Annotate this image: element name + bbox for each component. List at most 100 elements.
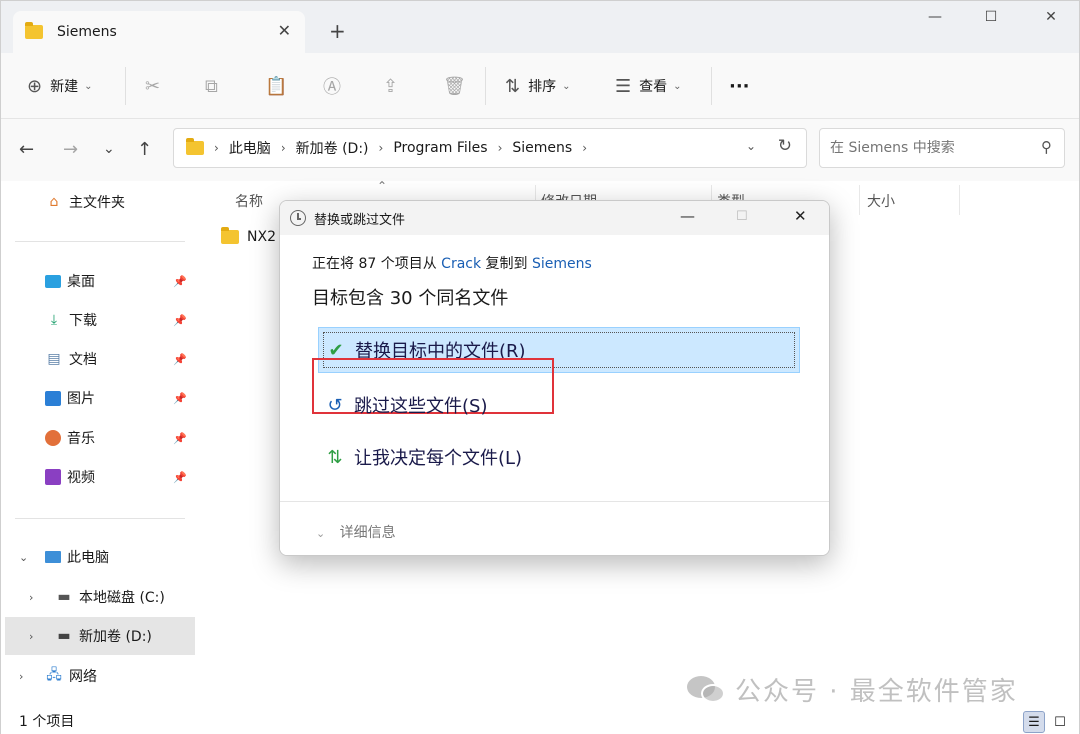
tab-close-icon[interactable]: ✕ (278, 21, 291, 40)
sidebar-item-drive-d[interactable]: › ▬ 新加卷 (D:) (5, 617, 195, 655)
chevron-down-icon[interactable]: ⌄ (19, 551, 28, 564)
sidebar-item-videos[interactable]: 视频 📌 (1, 458, 195, 496)
dialog-title: 替换或跳过文件 (314, 213, 406, 228)
column-divider (959, 185, 960, 215)
sort-label: 排序 (528, 79, 557, 95)
sidebar-item-this-pc[interactable]: ⌄ 此电脑 (1, 538, 195, 576)
file-explorer-window: Siemens ✕ + — ☐ ✕ ⊕ 新建 ⌄ ✂ ⧉ 📋 Ⓐ ⇪ 🗑 ⇅ 排… (0, 0, 1080, 734)
chevron-down-icon: ⌄ (316, 527, 326, 540)
new-button[interactable]: ⊕ 新建 ⌄ (27, 73, 92, 99)
scissors-icon: ✂ (145, 75, 161, 97)
pin-icon[interactable]: 📌 (173, 314, 187, 327)
tab-siemens[interactable]: Siemens ✕ (13, 11, 305, 53)
paste-button[interactable]: 📋 (265, 73, 295, 99)
replace-files-option[interactable]: ✔ 替换目标中的文件(R) (318, 327, 800, 373)
option-label: 让我决定每个文件(L) (354, 448, 523, 469)
list-item[interactable]: NX2 (221, 227, 276, 245)
column-header-name[interactable]: 名称 (235, 191, 263, 211)
dialog-maximize-button[interactable]: ☐ (736, 209, 748, 224)
toolbar-divider (125, 67, 126, 105)
sidebar-item-pictures[interactable]: 图片 📌 (1, 379, 195, 417)
minimize-button[interactable]: — (915, 9, 955, 33)
sidebar-item-music[interactable]: 音乐 📌 (1, 419, 195, 457)
address-dropdown-icon[interactable]: ⌄ (746, 139, 756, 153)
back-arrow-icon[interactable]: ← (19, 139, 34, 160)
desktop-icon (45, 274, 61, 288)
skip-files-option[interactable]: ↺ 跳过这些文件(S) (318, 382, 800, 428)
navigation-bar: ← → ⌄ ↑ › 此电脑 › 新加卷 (D:) › Program Files… (1, 119, 1079, 181)
breadcrumb-program-files[interactable]: Program Files (393, 140, 487, 156)
chevron-down-icon: ⌄ (673, 80, 682, 92)
delete-button[interactable]: 🗑 (443, 73, 474, 99)
rename-button[interactable]: Ⓐ (323, 73, 349, 99)
dialog-close-button[interactable]: ✕ (794, 207, 807, 225)
chevron-right-icon[interactable]: › (29, 630, 33, 643)
share-icon: ⇪ (383, 75, 399, 97)
address-bar[interactable]: › 此电脑 › 新加卷 (D:) › Program Files › Sieme… (173, 128, 807, 168)
pin-icon[interactable]: 📌 (173, 353, 187, 366)
sidebar-item-downloads[interactable]: ⤓ 下载 📌 (1, 301, 195, 339)
sidebar-item-label: 图片 (67, 391, 95, 407)
sidebar-item-documents[interactable]: ▤ 文档 📌 (1, 340, 195, 378)
pictures-icon (45, 390, 61, 406)
recent-locations-chevron-icon[interactable]: ⌄ (103, 141, 115, 157)
decide-each-file-option[interactable]: ⇅ 让我决定每个文件(L) (318, 434, 800, 480)
pin-icon[interactable]: 📌 (173, 275, 187, 288)
details-label: 详细信息 (339, 525, 396, 541)
search-box[interactable]: ⚲ (819, 128, 1065, 168)
pin-icon[interactable]: 📌 (173, 392, 187, 405)
destination-folder-link[interactable]: Siemens (532, 256, 592, 272)
search-input[interactable] (830, 140, 1026, 156)
sidebar-item-label: 音乐 (67, 431, 95, 447)
cut-button[interactable]: ✂ (145, 73, 168, 99)
trash-icon: 🗑 (443, 75, 466, 97)
sidebar-item-network[interactable]: › 🖧 网络 (1, 657, 195, 695)
chevron-right-icon[interactable]: › (19, 670, 23, 683)
sort-button[interactable]: ⇅ 排序 ⌄ (505, 73, 570, 99)
option-label: 跳过这些文件(S) (354, 396, 488, 417)
more-details-toggle[interactable]: ⌄ 详细信息 (316, 522, 396, 542)
sidebar-item-label: 文档 (69, 352, 97, 368)
network-icon: 🖧 (46, 667, 62, 683)
column-header-size[interactable]: 大小 (867, 191, 895, 211)
details-view-icon[interactable]: ☰ (1023, 711, 1045, 733)
sidebar-divider (15, 518, 185, 519)
view-button[interactable]: ☰ 查看 ⌄ (615, 73, 682, 99)
drive-icon: ▬ (57, 628, 71, 644)
more-options-button[interactable]: ··· (729, 73, 750, 99)
chevron-right-icon: › (214, 141, 219, 155)
toolbar-divider (711, 67, 712, 105)
chevron-right-icon: › (378, 141, 384, 155)
folder-icon (25, 22, 43, 39)
breadcrumb-this-pc[interactable]: 此电脑 (229, 138, 271, 158)
share-button[interactable]: ⇪ (383, 73, 406, 99)
tiles-view-icon[interactable]: ☐ (1049, 711, 1071, 733)
copy-prefix: 正在将 87 个项目从 (312, 256, 442, 272)
chevron-right-icon: › (497, 141, 503, 155)
sidebar-item-drive-c[interactable]: › ▬ 本地磁盘 (C:) (1, 578, 195, 616)
list-view-icon: ☰ (615, 75, 632, 97)
new-tab-button[interactable]: + (329, 19, 346, 43)
forward-arrow-icon[interactable]: → (63, 139, 78, 160)
source-folder-link[interactable]: Crack (441, 256, 481, 272)
home-icon: ⌂ (49, 194, 59, 210)
sidebar-item-desktop[interactable]: 桌面 📌 (1, 262, 195, 300)
pin-icon[interactable]: 📌 (173, 432, 187, 445)
chevron-right-icon: › (582, 141, 587, 155)
sidebar-item-home[interactable]: ⌂ 主文件夹 (1, 183, 195, 221)
dialog-minimize-button[interactable]: — (680, 207, 695, 225)
sidebar-item-label: 本地磁盘 (C:) (79, 590, 165, 606)
sort-icon: ⇅ (505, 75, 521, 97)
sidebar-divider (15, 241, 185, 242)
maximize-button[interactable]: ☐ (971, 9, 1011, 33)
copy-button[interactable]: ⧉ (205, 73, 226, 99)
refresh-icon[interactable]: ↻ (778, 136, 792, 156)
up-arrow-icon[interactable]: ↑ (137, 139, 152, 160)
sidebar-item-label: 下载 (69, 313, 97, 329)
breadcrumb-siemens[interactable]: Siemens (512, 140, 572, 156)
pin-icon[interactable]: 📌 (173, 471, 187, 484)
dialog-body: 正在将 87 个项目从 Crack 复制到 Siemens 目标包含 30 个同… (280, 235, 829, 501)
chevron-right-icon[interactable]: › (29, 591, 33, 604)
close-window-button[interactable]: ✕ (1031, 9, 1071, 33)
breadcrumb-drive-d[interactable]: 新加卷 (D:) (296, 138, 369, 158)
